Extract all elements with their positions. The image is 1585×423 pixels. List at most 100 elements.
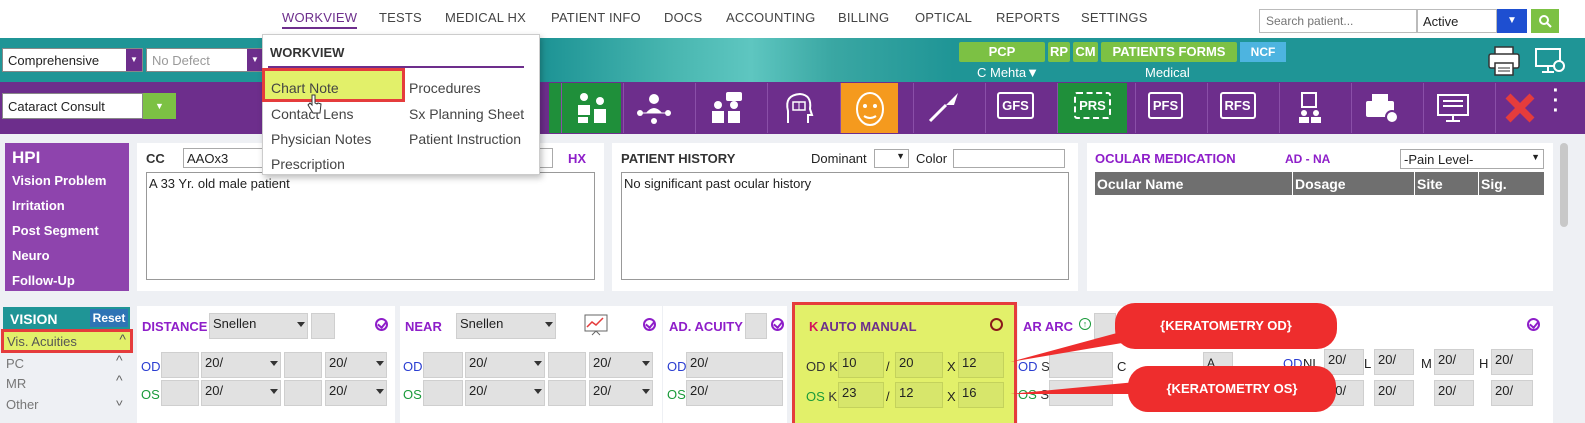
prs-tool[interactable]: PRS xyxy=(1057,83,1127,133)
exam-patient-tool[interactable] xyxy=(561,83,621,133)
hpi-follow-up[interactable]: Follow-Up xyxy=(5,270,129,295)
vision-item-pc[interactable]: PC xyxy=(6,356,24,371)
staff-tool[interactable] xyxy=(1279,83,1339,133)
nav-medical-hx[interactable]: MEDICAL HX xyxy=(445,10,526,25)
chart-graph-icon[interactable] xyxy=(584,314,608,336)
near-od-input[interactable] xyxy=(423,352,463,378)
chevron-down-icon[interactable]: ^ xyxy=(116,393,123,409)
distance-od-select[interactable]: 20/ xyxy=(201,352,281,378)
ad-acuity-extra[interactable] xyxy=(745,313,767,339)
os-k1-input[interactable]: 23 xyxy=(838,382,884,408)
check-circle-icon[interactable] xyxy=(375,318,388,331)
near-os-select-2[interactable]: 20/ xyxy=(589,380,653,406)
nav-optical[interactable]: OPTICAL xyxy=(915,10,972,25)
dominant-select[interactable]: ▼ xyxy=(874,149,909,168)
face-exam-tool[interactable] xyxy=(840,83,898,133)
patient-history-textarea[interactable]: No significant past ocular history xyxy=(621,172,1069,280)
status-dropdown-button[interactable]: ▼ xyxy=(1497,9,1527,33)
distance-od-select-2[interactable]: 20/ xyxy=(325,352,387,378)
os-axis-input[interactable]: 16 xyxy=(958,382,1004,408)
menu-item-physician-notes[interactable]: Physician Notes xyxy=(271,131,371,147)
pcp-button[interactable]: PCP xyxy=(959,42,1045,62)
defect-select[interactable]: No Defect ▼ xyxy=(146,48,264,72)
distance-os-input[interactable] xyxy=(161,380,199,406)
printer-icon[interactable] xyxy=(1486,44,1522,78)
distance-od-input[interactable] xyxy=(161,352,199,378)
near-os-input-2[interactable] xyxy=(548,380,586,406)
consultation-tool[interactable] xyxy=(695,83,755,133)
near-od-input-2[interactable] xyxy=(548,352,586,378)
chevron-up-icon[interactable]: ^ xyxy=(116,372,123,388)
distance-extra-input[interactable] xyxy=(311,313,335,339)
vision-item-mr[interactable]: MR xyxy=(6,376,26,391)
rfs-tool[interactable]: RFS xyxy=(1207,83,1267,133)
m-input[interactable]: 20/ xyxy=(1434,349,1474,375)
doctor-select[interactable]: C Mehta▼ xyxy=(977,65,1039,80)
hpi-post-segment[interactable]: Post Segment xyxy=(5,220,129,245)
close-chart-tool[interactable] xyxy=(1495,83,1543,133)
l-input[interactable]: 20/ xyxy=(1374,349,1414,375)
os-k2-input[interactable]: 12 xyxy=(895,382,943,408)
gfs-tool[interactable]: GFS xyxy=(985,83,1045,133)
search-go-button[interactable] xyxy=(1531,9,1559,33)
ad-acuity-os-select[interactable]: 20/ xyxy=(686,380,783,406)
distance-chart-select[interactable]: Snellen xyxy=(209,313,308,339)
pfs-tool[interactable]: PFS xyxy=(1135,83,1195,133)
exam-type-select[interactable]: Comprehensive ▼ xyxy=(2,48,143,72)
hpi-neuro[interactable]: Neuro xyxy=(5,245,129,270)
menu-item-sx-planning-sheet[interactable]: Sx Planning Sheet xyxy=(409,106,524,122)
m-os-input[interactable]: 20/ xyxy=(1434,380,1474,406)
hx-link[interactable]: HX xyxy=(568,151,586,166)
check-circle-icon[interactable] xyxy=(643,318,656,331)
monitor-settings-icon[interactable] xyxy=(1533,44,1567,78)
od-axis-input[interactable]: 12 xyxy=(958,352,1004,378)
menu-item-patient-instruction[interactable]: Patient Instruction xyxy=(409,131,521,147)
check-circle-icon[interactable] xyxy=(771,318,784,331)
nav-reports[interactable]: REPORTS xyxy=(996,10,1060,25)
near-od-select[interactable]: 20/ xyxy=(465,352,545,378)
od-k1-input[interactable]: 10 xyxy=(838,352,884,378)
distance-os-select[interactable]: 20/ xyxy=(201,380,281,406)
distance-os-input-2[interactable] xyxy=(284,380,322,406)
more-vertical-icon[interactable]: · · · xyxy=(1549,81,1563,126)
auto-manual-label[interactable]: AUTO MANUAL xyxy=(820,319,917,334)
cc-textarea[interactable]: A 33 Yr. old male patient xyxy=(146,172,595,280)
visit-type-dropdown-button[interactable]: ▼ xyxy=(143,93,176,119)
near-os-select[interactable]: 20/ xyxy=(465,380,545,406)
h-input[interactable]: 20/ xyxy=(1491,349,1533,375)
menu-item-prescription[interactable]: Prescription xyxy=(271,156,345,172)
nav-workview[interactable]: WORKVIEW xyxy=(282,10,358,29)
nav-patient-info[interactable]: PATIENT INFO xyxy=(551,10,641,25)
ad-acuity-od-select[interactable]: 20/ xyxy=(686,352,783,378)
h-os-input[interactable]: 20/ xyxy=(1491,380,1533,406)
pain-level-select[interactable]: -Pain Level- ▼ xyxy=(1400,149,1544,169)
check-circle-icon[interactable] xyxy=(990,318,1003,331)
check-circle-icon[interactable] xyxy=(1527,318,1540,331)
nav-settings[interactable]: SETTINGS xyxy=(1081,10,1148,25)
chevron-up-icon[interactable]: ^ xyxy=(116,352,123,368)
surgery-tool[interactable] xyxy=(913,83,973,133)
nav-billing[interactable]: BILLING xyxy=(838,10,889,25)
hpi-irritation[interactable]: Irritation xyxy=(5,195,129,220)
od-k2-input[interactable]: 20 xyxy=(895,352,943,378)
reset-button[interactable]: Reset xyxy=(90,309,128,327)
nav-accounting[interactable]: ACCOUNTING xyxy=(726,10,815,25)
workflow-tool[interactable] xyxy=(623,83,683,133)
nav-tests[interactable]: TESTS xyxy=(379,10,422,25)
scrollbar[interactable] xyxy=(1560,143,1568,227)
ncf-button[interactable]: NCF xyxy=(1240,42,1286,62)
cm-button[interactable]: CM xyxy=(1073,42,1098,62)
education-tool[interactable] xyxy=(767,83,827,133)
hpi-vision-problem[interactable]: Vision Problem xyxy=(5,170,129,195)
near-os-input[interactable] xyxy=(423,380,463,406)
visit-type-select[interactable]: Cataract Consult xyxy=(2,93,143,119)
near-chart-select[interactable]: Snellen xyxy=(456,313,556,339)
l-os-input[interactable]: 20/ xyxy=(1374,380,1414,406)
status-select[interactable]: Active xyxy=(1417,9,1497,33)
display-tool[interactable] xyxy=(1423,83,1483,133)
fax-tool[interactable] xyxy=(1351,83,1411,133)
patients-forms-button[interactable]: PATIENTS FORMS xyxy=(1101,42,1237,62)
distance-od-input-2[interactable] xyxy=(284,352,322,378)
nav-docs[interactable]: DOCS xyxy=(664,10,702,25)
rp-button[interactable]: RP xyxy=(1048,42,1070,62)
